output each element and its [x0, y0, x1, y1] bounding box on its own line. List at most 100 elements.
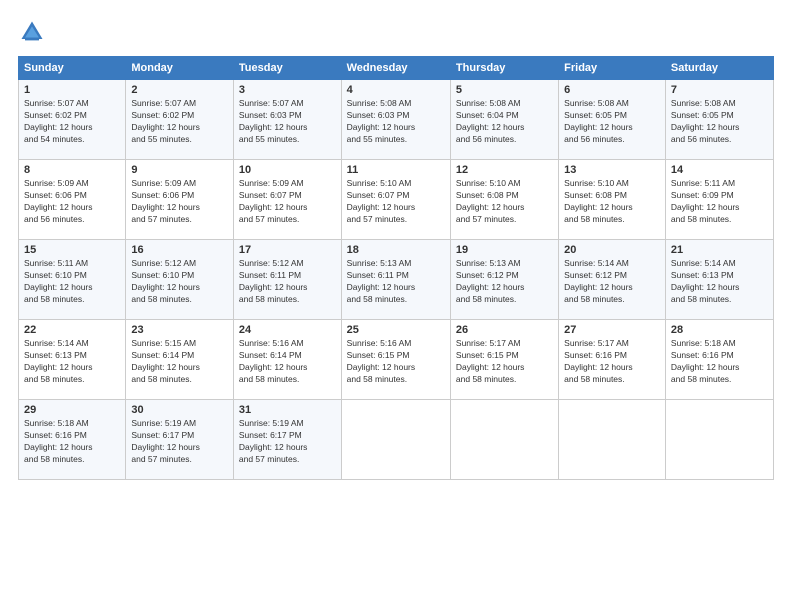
day-number: 9 — [131, 164, 228, 176]
day-number: 6 — [564, 84, 660, 96]
day-number: 2 — [131, 84, 228, 96]
calendar-cell: 5Sunrise: 5:08 AMSunset: 6:04 PMDaylight… — [450, 80, 558, 160]
calendar-cell — [450, 400, 558, 480]
calendar-cell: 7 Sunrise: 5:08 AMSunset: 6:05 PMDaylight… — [665, 80, 773, 160]
day-detail: Sunrise: 5:14 AMSunset: 6:13 PMDaylight:… — [671, 258, 768, 306]
day-detail: Sunrise: 5:12 AMSunset: 6:11 PMDaylight:… — [239, 258, 336, 306]
day-number: 5 — [456, 84, 553, 96]
calendar-cell: 4Sunrise: 5:08 AMSunset: 6:03 PMDaylight… — [341, 80, 450, 160]
day-detail: Sunrise: 5:19 AMSunset: 6:17 PMDaylight:… — [239, 418, 336, 466]
day-number: 18 — [347, 244, 445, 256]
day-number: 10 — [239, 164, 336, 176]
day-detail: Sunrise: 5:14 AMSunset: 6:13 PMDaylight:… — [24, 338, 120, 386]
calendar-cell: 25Sunrise: 5:16 AMSunset: 6:15 PMDayligh… — [341, 320, 450, 400]
day-number: 3 — [239, 84, 336, 96]
day-number: 1 — [24, 84, 120, 96]
calendar-table: SundayMondayTuesdayWednesdayThursdayFrid… — [18, 56, 774, 480]
day-number: 11 — [347, 164, 445, 176]
day-number: 29 — [24, 404, 120, 416]
day-detail: Sunrise: 5:11 AMSunset: 6:09 PMDaylight:… — [671, 178, 768, 226]
day-number: 31 — [239, 404, 336, 416]
day-number: 13 — [564, 164, 660, 176]
calendar-cell: 22 Sunrise: 5:14 AMSunset: 6:13 PMDayligh… — [19, 320, 126, 400]
calendar-cell: 12Sunrise: 5:10 AMSunset: 6:08 PMDayligh… — [450, 160, 558, 240]
calendar-cell: 31 Sunrise: 5:19 AMSunset: 6:17 PMDayligh… — [233, 400, 341, 480]
day-number: 7 — [671, 84, 768, 96]
day-detail: Sunrise: 5:17 AMSunset: 6:16 PMDaylight:… — [564, 338, 660, 386]
calendar-cell: 6 Sunrise: 5:08 AMSunset: 6:05 PMDaylight… — [559, 80, 666, 160]
calendar-cell: 3 Sunrise: 5:07 AMSunset: 6:03 PMDaylight… — [233, 80, 341, 160]
day-detail: Sunrise: 5:08 AMSunset: 6:05 PMDaylight:… — [671, 98, 768, 146]
calendar-week-3: 15Sunrise: 5:11 AMSunset: 6:10 PMDayligh… — [19, 240, 774, 320]
calendar-cell: 21 Sunrise: 5:14 AMSunset: 6:13 PMDayligh… — [665, 240, 773, 320]
day-number: 21 — [671, 244, 768, 256]
day-number: 15 — [24, 244, 120, 256]
calendar-cell: 24 Sunrise: 5:16 AMSunset: 6:14 PMDayligh… — [233, 320, 341, 400]
calendar-cell: 8 Sunrise: 5:09 AMSunset: 6:06 PMDaylight… — [19, 160, 126, 240]
calendar-cell: 10 Sunrise: 5:09 AMSunset: 6:07 PMDayligh… — [233, 160, 341, 240]
day-detail: Sunrise: 5:15 AMSunset: 6:14 PMDaylight:… — [131, 338, 228, 386]
calendar-cell: 26 Sunrise: 5:17 AMSunset: 6:15 PMDayligh… — [450, 320, 558, 400]
day-number: 28 — [671, 324, 768, 336]
day-detail: Sunrise: 5:16 AMSunset: 6:15 PMDaylight:… — [347, 338, 445, 386]
calendar-cell: 28 Sunrise: 5:18 AMSunset: 6:16 PMDayligh… — [665, 320, 773, 400]
calendar-week-1: 1 Sunrise: 5:07 AMSunset: 6:02 PMDaylight… — [19, 80, 774, 160]
col-header-sunday: Sunday — [19, 57, 126, 80]
calendar-cell: 20 Sunrise: 5:14 AMSunset: 6:12 PMDayligh… — [559, 240, 666, 320]
day-number: 12 — [456, 164, 553, 176]
calendar-cell: 17 Sunrise: 5:12 AMSunset: 6:11 PMDayligh… — [233, 240, 341, 320]
calendar-cell — [559, 400, 666, 480]
day-detail: Sunrise: 5:13 AMSunset: 6:12 PMDaylight:… — [456, 258, 553, 306]
day-detail: Sunrise: 5:07 AMSunset: 6:02 PMDaylight:… — [24, 98, 120, 146]
calendar-week-2: 8 Sunrise: 5:09 AMSunset: 6:06 PMDaylight… — [19, 160, 774, 240]
calendar-cell: 16 Sunrise: 5:12 AMSunset: 6:10 PMDayligh… — [126, 240, 234, 320]
day-detail: Sunrise: 5:07 AMSunset: 6:03 PMDaylight:… — [239, 98, 336, 146]
col-header-thursday: Thursday — [450, 57, 558, 80]
day-number: 22 — [24, 324, 120, 336]
calendar-cell: 27 Sunrise: 5:17 AMSunset: 6:16 PMDayligh… — [559, 320, 666, 400]
day-detail: Sunrise: 5:18 AMSunset: 6:16 PMDaylight:… — [671, 338, 768, 386]
day-detail: Sunrise: 5:19 AMSunset: 6:17 PMDaylight:… — [131, 418, 228, 466]
day-detail: Sunrise: 5:09 AMSunset: 6:06 PMDaylight:… — [24, 178, 120, 226]
day-number: 16 — [131, 244, 228, 256]
day-number: 27 — [564, 324, 660, 336]
day-detail: Sunrise: 5:16 AMSunset: 6:14 PMDaylight:… — [239, 338, 336, 386]
logo — [18, 18, 50, 46]
calendar-cell: 13Sunrise: 5:10 AMSunset: 6:08 PMDayligh… — [559, 160, 666, 240]
calendar-cell: 14 Sunrise: 5:11 AMSunset: 6:09 PMDayligh… — [665, 160, 773, 240]
col-header-monday: Monday — [126, 57, 234, 80]
calendar-cell: 15Sunrise: 5:11 AMSunset: 6:10 PMDayligh… — [19, 240, 126, 320]
logo-icon — [18, 18, 46, 46]
day-number: 24 — [239, 324, 336, 336]
day-number: 20 — [564, 244, 660, 256]
calendar-cell: 9 Sunrise: 5:09 AMSunset: 6:06 PMDaylight… — [126, 160, 234, 240]
day-number: 26 — [456, 324, 553, 336]
calendar-week-5: 29Sunrise: 5:18 AMSunset: 6:16 PMDayligh… — [19, 400, 774, 480]
calendar-cell — [665, 400, 773, 480]
calendar-cell: 18 Sunrise: 5:13 AMSunset: 6:11 PMDayligh… — [341, 240, 450, 320]
col-header-friday: Friday — [559, 57, 666, 80]
header — [18, 18, 774, 46]
calendar-cell: 29Sunrise: 5:18 AMSunset: 6:16 PMDayligh… — [19, 400, 126, 480]
day-detail: Sunrise: 5:09 AMSunset: 6:06 PMDaylight:… — [131, 178, 228, 226]
calendar-cell: 23 Sunrise: 5:15 AMSunset: 6:14 PMDayligh… — [126, 320, 234, 400]
day-detail: Sunrise: 5:08 AMSunset: 6:05 PMDaylight:… — [564, 98, 660, 146]
day-number: 30 — [131, 404, 228, 416]
day-number: 19 — [456, 244, 553, 256]
day-number: 14 — [671, 164, 768, 176]
calendar-cell: 2 Sunrise: 5:07 AMSunset: 6:02 PMDaylight… — [126, 80, 234, 160]
day-detail: Sunrise: 5:17 AMSunset: 6:15 PMDaylight:… — [456, 338, 553, 386]
calendar-cell: 11Sunrise: 5:10 AMSunset: 6:07 PMDayligh… — [341, 160, 450, 240]
calendar-cell: 30 Sunrise: 5:19 AMSunset: 6:17 PMDayligh… — [126, 400, 234, 480]
day-detail: Sunrise: 5:08 AMSunset: 6:03 PMDaylight:… — [347, 98, 445, 146]
day-detail: Sunrise: 5:14 AMSunset: 6:12 PMDaylight:… — [564, 258, 660, 306]
day-number: 23 — [131, 324, 228, 336]
day-number: 8 — [24, 164, 120, 176]
day-number: 17 — [239, 244, 336, 256]
col-header-wednesday: Wednesday — [341, 57, 450, 80]
day-detail: Sunrise: 5:13 AMSunset: 6:11 PMDaylight:… — [347, 258, 445, 306]
day-detail: Sunrise: 5:07 AMSunset: 6:02 PMDaylight:… — [131, 98, 228, 146]
day-detail: Sunrise: 5:09 AMSunset: 6:07 PMDaylight:… — [239, 178, 336, 226]
col-header-tuesday: Tuesday — [233, 57, 341, 80]
day-detail: Sunrise: 5:12 AMSunset: 6:10 PMDaylight:… — [131, 258, 228, 306]
